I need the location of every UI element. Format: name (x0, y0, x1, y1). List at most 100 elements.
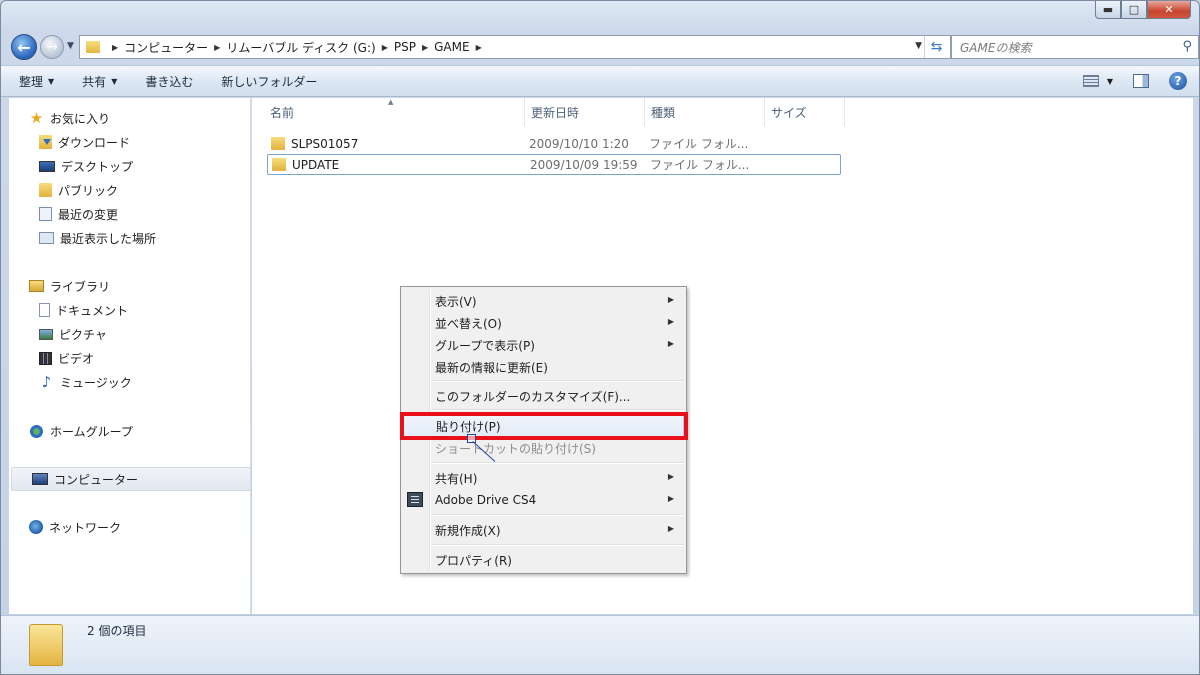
organize-button[interactable]: 整理 ▼ (19, 73, 54, 90)
homegroup-icon (29, 423, 44, 439)
column-header-name[interactable]: 名前 (264, 98, 525, 126)
back-button[interactable]: ← (11, 34, 37, 60)
menu-item-label: 新規作成(X) (435, 523, 501, 538)
favorites-group: ★ お気に入り ダウンロード デスクトップ パブリック 最近の変更 最近表示した場… (9, 106, 251, 250)
folder-icon (39, 183, 52, 197)
address-dropdown-icon[interactable]: ▼ (915, 41, 922, 51)
menu-item-view[interactable]: 表示(V) ▶ (403, 290, 684, 312)
recent-pages-button[interactable]: ▼ (67, 41, 74, 51)
breadcrumb-game[interactable]: GAME (434, 40, 469, 54)
breadcrumb-arrow-icon[interactable]: ▶ (382, 43, 388, 52)
share-label: 共有 (82, 74, 107, 89)
sidebar-item-favorites[interactable]: ★ お気に入り (9, 106, 251, 130)
sidebar-item-recent-places[interactable]: 最近表示した場所 (9, 226, 251, 250)
item-count: 2 個の項目 (87, 624, 147, 638)
download-folder-icon (39, 135, 52, 149)
close-button[interactable]: ✕ (1147, 1, 1191, 19)
burn-button[interactable]: 書き込む (145, 73, 193, 90)
sidebar-item-network[interactable]: ネットワーク (9, 515, 251, 539)
breadcrumb-arrow-icon[interactable]: ▶ (214, 43, 220, 52)
chevron-down-icon: ▼ (67, 41, 74, 51)
maximize-button[interactable]: □ (1121, 1, 1147, 19)
menu-item-sort[interactable]: 並べ替え(O) ▶ (403, 312, 684, 334)
file-name: UPDATE (292, 157, 340, 172)
menu-separator (431, 462, 684, 464)
menu-item-label: 共有(H) (435, 471, 478, 486)
new-folder-button[interactable]: 新しいフォルダー (221, 73, 317, 90)
sidebar-item-recent-changes[interactable]: 最近の変更 (9, 202, 251, 226)
caption-buttons: ▬ □ ✕ (1095, 1, 1191, 19)
sidebar-item-music[interactable]: ♪ ミュージック (9, 370, 251, 394)
sidebar-item-public[interactable]: パブリック (9, 178, 251, 202)
view-options-icon[interactable] (1082, 75, 1099, 87)
menu-item-properties[interactable]: プロパティ(R) (403, 549, 684, 571)
sidebar-item-label: デスクトップ (61, 159, 134, 174)
command-bar: 整理 ▼ 共有 ▼ 書き込む 新しいフォルダー ▼ ? (1, 65, 1199, 97)
breadcrumb-arrow-icon[interactable]: ▶ (112, 43, 118, 52)
search-icon[interactable]: ⚲ (1182, 39, 1192, 54)
sidebar-item-computer[interactable]: コンピューター (11, 467, 251, 491)
menu-item-customize[interactable]: このフォルダーのカスタマイズ(F)... (403, 385, 684, 407)
breadcrumb-arrow-icon[interactable]: ▶ (422, 43, 428, 52)
sidebar-item-desktop[interactable]: デスクトップ (9, 154, 251, 178)
network-group: ネットワーク (9, 515, 251, 539)
minimize-button[interactable]: ▬ (1095, 1, 1121, 19)
menu-item-label: このフォルダーのカスタマイズ(F)... (435, 389, 631, 404)
menu-item-label: グループで表示(P) (435, 338, 535, 353)
computer-group: コンピューター (9, 467, 251, 491)
breadcrumb-computer[interactable]: コンピューター (124, 39, 208, 56)
chevron-down-icon: ▼ (48, 76, 55, 86)
menu-separator (431, 544, 684, 546)
forward-button[interactable]: → (40, 35, 64, 59)
column-header-size[interactable]: サイズ (765, 98, 845, 126)
breadcrumb-psp[interactable]: PSP (394, 40, 416, 54)
table-row[interactable]: UPDATE 2009/10/09 19:59 ファイル フォル... (267, 154, 841, 175)
menu-item-label: 表示(V) (435, 294, 477, 309)
file-list[interactable]: ▲ 名前 更新日時 種類 サイズ SLPS01057 2009/10/10 1:… (252, 98, 1193, 614)
column-header-date[interactable]: 更新日時 (525, 98, 645, 126)
menu-item-paste-shortcut[interactable]: ショートカットの貼り付け(S) (403, 437, 684, 459)
chevron-down-icon[interactable]: ▼ (1107, 77, 1113, 86)
share-button[interactable]: 共有 ▼ (82, 73, 117, 90)
menu-item-group[interactable]: グループで表示(P) ▶ (403, 334, 684, 356)
menu-item-refresh[interactable]: 最新の情報に更新(E) (403, 356, 684, 378)
menu-item-adobe-drive[interactable]: Adobe Drive CS4 ▶ (403, 489, 684, 511)
sidebar-item-label: ホームグループ (50, 424, 133, 439)
table-row[interactable]: SLPS01057 2009/10/10 1:20 ファイル フォル... (267, 133, 841, 154)
breadcrumb-arrow-icon[interactable]: ▶ (476, 43, 482, 52)
menu-separator (431, 380, 684, 382)
menu-item-share[interactable]: 共有(H) ▶ (403, 467, 684, 489)
sidebar-item-label: パブリック (58, 183, 119, 198)
desktop-icon (39, 160, 55, 172)
sidebar-item-label: ダウンロード (58, 135, 131, 150)
folder-icon (271, 137, 285, 150)
menu-item-new[interactable]: 新規作成(X) ▶ (403, 519, 684, 541)
back-arrow-icon: ← (17, 37, 31, 57)
file-type: ファイル フォル... (649, 137, 749, 151)
computer-icon (32, 473, 48, 485)
sidebar-item-label: お気に入り (50, 111, 111, 126)
sidebar-item-documents[interactable]: ドキュメント (9, 298, 251, 322)
menu-item-label: 最新の情報に更新(E) (435, 360, 548, 375)
submenu-arrow-icon: ▶ (667, 524, 674, 533)
details-pane: 2 個の項目 (1, 615, 1199, 674)
refresh-icon[interactable]: ⇆ (924, 36, 948, 58)
sidebar-item-label: コンピューター (54, 472, 139, 487)
recent-changes-icon (39, 207, 52, 221)
sidebar-item-videos[interactable]: ビデオ (9, 346, 251, 370)
address-bar[interactable]: ▶ コンピューター ▶ リムーバブル ディスク (G:) ▶ PSP ▶ GAM… (79, 35, 951, 59)
sidebar-item-label: ライブラリ (50, 279, 111, 294)
breadcrumb-removable-disk[interactable]: リムーバブル ディスク (G:) (226, 39, 375, 56)
submenu-arrow-icon: ▶ (667, 295, 674, 304)
preview-pane-icon[interactable] (1133, 74, 1149, 88)
help-icon[interactable]: ? (1169, 72, 1187, 90)
search-box[interactable]: GAMEの検索 ⚲ (951, 35, 1199, 59)
sidebar-item-downloads[interactable]: ダウンロード (9, 130, 251, 154)
column-header-type[interactable]: 種類 (645, 98, 765, 126)
sidebar-item-homegroup[interactable]: ホームグループ (9, 419, 251, 443)
sidebar-item-pictures[interactable]: ピクチャ (9, 322, 251, 346)
file-type: ファイル フォル... (650, 158, 750, 172)
sidebar-item-label: ビデオ (58, 351, 95, 366)
folder-icon (272, 158, 286, 171)
sidebar-item-libraries[interactable]: ライブラリ (9, 274, 251, 298)
